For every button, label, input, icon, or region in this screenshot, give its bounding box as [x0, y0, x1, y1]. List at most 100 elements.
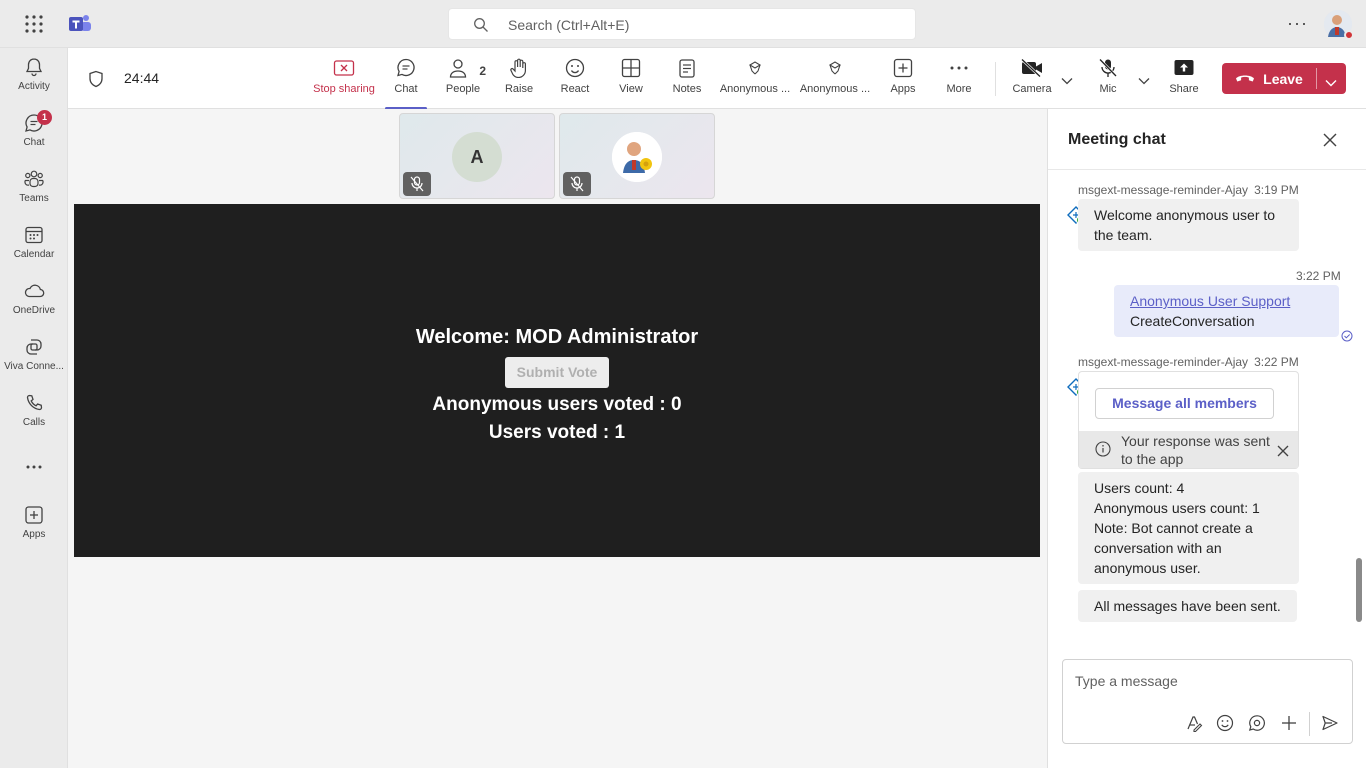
seen-check-icon — [1341, 329, 1353, 347]
view-label: View — [619, 83, 643, 95]
mic-button[interactable]: Mic — [1090, 58, 1126, 104]
submit-vote-button[interactable]: Submit Vote — [505, 357, 609, 388]
anonymous-app-button-1[interactable]: Anonymous ... — [718, 58, 792, 104]
anonymous-app-label: Anonymous ... — [719, 83, 791, 95]
more-button[interactable]: More — [938, 58, 980, 104]
mic-off-icon — [563, 172, 591, 196]
notes-button[interactable]: Notes — [666, 58, 708, 104]
meeting-chat-panel: Meeting chat msgext-message-reminder-Aja… — [1047, 109, 1366, 768]
share-tray-icon — [1164, 58, 1204, 78]
emoji-icon[interactable] — [1216, 714, 1234, 737]
react-button[interactable]: React — [554, 58, 596, 104]
stop-sharing-button[interactable]: Stop sharing — [311, 58, 377, 104]
search-placeholder: Search (Ctrl+Alt+E) — [508, 17, 630, 33]
more-horizontal-icon — [0, 456, 68, 478]
chevron-down-icon — [1325, 74, 1337, 92]
rail-item-viva[interactable]: Viva Conne... — [0, 336, 68, 388]
stop-sharing-label: Stop sharing — [313, 83, 375, 95]
rail-more-button[interactable] — [0, 456, 68, 480]
app-icon — [798, 58, 872, 78]
rail-label: Calls — [22, 417, 46, 428]
message-time: 3:19 PM — [1254, 183, 1299, 197]
message-line: CreateConversation — [1130, 313, 1255, 329]
message-line: Users count: 4 — [1094, 480, 1185, 496]
anonymous-votes-text: Anonymous users voted : 0 — [432, 394, 682, 415]
rail-item-teams[interactable]: Teams — [0, 168, 68, 220]
more-horizontal-icon — [938, 58, 980, 78]
compose-box[interactable]: Type a message — [1062, 659, 1353, 744]
viva-icon — [0, 336, 68, 358]
raise-hand-button[interactable]: Raise — [498, 58, 540, 104]
stop-share-icon — [311, 58, 377, 78]
info-icon — [1095, 441, 1111, 461]
shield-icon[interactable] — [88, 70, 104, 93]
share-button[interactable]: Share — [1164, 58, 1204, 104]
view-button[interactable]: View — [610, 58, 652, 104]
rail-item-activity[interactable]: Activity — [0, 56, 68, 108]
message-time: 3:22 PM — [1254, 355, 1299, 369]
presence-busy-icon — [1344, 30, 1354, 40]
notes-icon — [666, 58, 708, 78]
meeting-stage: A Welcome: MOD Administrator Submit Vote… — [68, 109, 1047, 768]
hang-up-icon — [1235, 71, 1255, 87]
adaptive-card: Message all members Your response was se… — [1078, 371, 1299, 469]
response-notice: Your response was sent to the app — [1079, 431, 1298, 468]
leave-button[interactable]: Leave — [1222, 63, 1316, 94]
header-divider — [1048, 169, 1366, 170]
format-icon[interactable] — [1185, 714, 1203, 737]
anonymous-user-support-link[interactable]: Anonymous User Support — [1130, 293, 1290, 309]
chat-message: Users count: 4 Anonymous users count: 1 … — [1078, 472, 1299, 584]
hand-icon — [498, 58, 540, 78]
rail-item-onedrive[interactable]: OneDrive — [0, 280, 68, 332]
notice-line: to the app — [1121, 451, 1184, 467]
rail-label: Viva Conne... — [4, 361, 64, 372]
rail-item-chat[interactable]: 1 Chat — [0, 110, 68, 164]
rail-item-calls[interactable]: Calls — [0, 392, 68, 444]
add-apps-icon — [882, 58, 924, 78]
grid-view-icon — [610, 58, 652, 78]
dismiss-icon[interactable] — [1277, 443, 1289, 461]
send-icon[interactable] — [1321, 714, 1339, 737]
rail-item-calendar[interactable]: Calendar — [0, 224, 68, 276]
profile-avatar[interactable] — [1324, 10, 1354, 40]
message-line: Welcome anonymous user to — [1094, 207, 1276, 223]
leave-label: Leave — [1263, 70, 1303, 87]
chat-scrollbar[interactable] — [1356, 558, 1362, 622]
chat-button[interactable]: Chat — [383, 58, 429, 110]
people-count: 2 — [479, 64, 486, 78]
anonymous-app-button-2[interactable]: Anonymous ... — [798, 58, 872, 104]
welcome-text: Welcome: MOD Administrator — [415, 326, 699, 348]
phone-icon — [0, 392, 68, 414]
app-launcher-icon[interactable] — [24, 14, 44, 34]
toolbar-divider — [995, 62, 996, 96]
close-icon[interactable] — [1322, 132, 1338, 153]
camera-button[interactable]: Camera — [1010, 58, 1054, 104]
leave-button-group: Leave — [1222, 63, 1346, 94]
participant-avatar — [612, 132, 662, 182]
loop-icon[interactable] — [1248, 714, 1266, 737]
message-line: Note: Bot cannot create a — [1094, 520, 1253, 536]
meeting-timer: 24:44 — [124, 70, 160, 86]
rail-item-apps[interactable]: Apps — [0, 504, 68, 556]
message-all-members-button[interactable]: Message all members — [1095, 388, 1274, 419]
app-icon — [718, 58, 792, 78]
rail-label: Teams — [19, 193, 49, 204]
settings-more-icon[interactable]: ··· — [1287, 13, 1308, 34]
apps-button[interactable]: Apps — [882, 58, 924, 104]
people-button[interactable]: 2 People — [440, 58, 486, 104]
chat-icon — [0, 112, 68, 134]
leave-options-button[interactable] — [1317, 63, 1346, 94]
attach-plus-icon[interactable] — [1280, 714, 1298, 737]
compose-placeholder: Type a message — [1075, 673, 1178, 689]
participant-tile[interactable] — [559, 113, 715, 199]
react-label: React — [560, 83, 590, 95]
sender-name: msgext-message-reminder-Ajay — [1078, 355, 1249, 369]
participant-tile[interactable]: A — [399, 113, 555, 199]
search-box[interactable]: Search (Ctrl+Alt+E) — [448, 8, 916, 40]
camera-options-chevron-icon[interactable] — [1061, 72, 1073, 90]
title-bar: Search (Ctrl+Alt+E) ··· — [0, 0, 1366, 48]
chat-message-mine: Anonymous User Support CreateConversatio… — [1114, 285, 1339, 337]
mic-options-chevron-icon[interactable] — [1138, 72, 1150, 90]
share-label: Share — [1169, 83, 1199, 95]
rail-label: Activity — [18, 81, 50, 92]
